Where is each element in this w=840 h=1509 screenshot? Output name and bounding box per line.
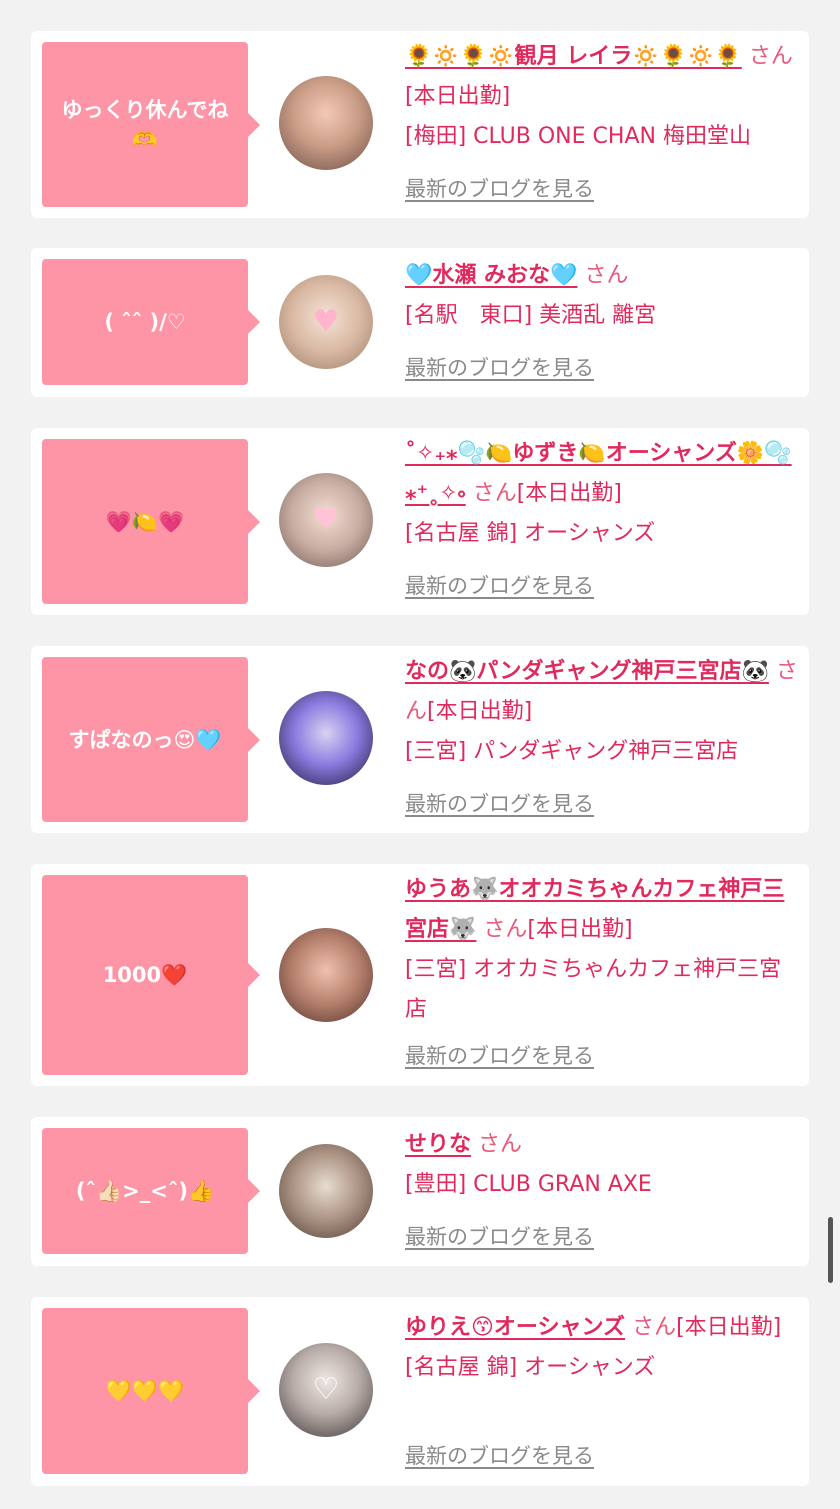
cast-name-link[interactable]: なの🐼パンダギャング神戸三宮店🐼 [405, 659, 769, 684]
shop-text: [三宮] オオカミちゃんカフェ神戸三宮店 [405, 957, 782, 1022]
shop-text: [三宮] パンダギャング神戸三宮店 [405, 739, 739, 764]
shop-text: [豊田] CLUB GRAN AXE [405, 1172, 652, 1197]
card-info: ˚✧₊⁎🫧🍋ゆずき🍋オーシャンズ🌼🫧⁎⁺˳✧༚ さん[本日出勤] [名古屋 錦]… [405, 434, 799, 554]
avatar[interactable] [279, 76, 373, 170]
cast-name-link[interactable]: せりな [405, 1132, 471, 1157]
message-text: 💗🍋💗 [105, 509, 185, 534]
message-card: 💛💛💛 ♡ ゆりえ😙オーシャンズ さん[本日出勤] [名古屋 錦] オーシャンズ… [31, 1297, 809, 1486]
message-card: ( ˆˆ )/♡ ♥ 🩵水瀬 みおな🩵 さん [名駅 東口] 美酒乱 離宮 最新… [31, 248, 809, 397]
status-text: [本日出勤] [516, 481, 622, 506]
status-text: [本日出勤] [527, 917, 633, 942]
honorific-text: さん [632, 1315, 677, 1340]
heart-icon: ♥ [312, 304, 340, 339]
card-info: なの🐼パンダギャング神戸三宮店🐼 さん[本日出勤] [三宮] パンダギャング神戸… [405, 652, 799, 772]
avatar[interactable]: ♡ [279, 1343, 373, 1437]
card-info: 🩵水瀬 みおな🩵 さん [名駅 東口] 美酒乱 離宮 [405, 256, 799, 336]
honorific-text: さん [472, 481, 517, 506]
cast-name-link[interactable]: 🌻🔅🌻🔅観月 レイラ🔅🌻🔅🌻 [405, 44, 742, 69]
status-text: [本日出勤] [405, 84, 511, 109]
latest-blog-link[interactable]: 最新のブログを見る [405, 352, 594, 382]
latest-blog-link[interactable]: 最新のブログを見る [405, 570, 594, 600]
message-text: ( ˆˆ )/♡ [104, 310, 186, 334]
heart-icon: ♥ [312, 502, 340, 537]
avatar[interactable]: ♥ [279, 275, 373, 369]
message-card: 💗🍋💗 ♥ ˚✧₊⁎🫧🍋ゆずき🍋オーシャンズ🌼🫧⁎⁺˳✧༚ さん[本日出勤] [… [31, 428, 809, 615]
cast-name-link[interactable]: ゆりえ😙オーシャンズ [405, 1315, 625, 1340]
honorific-text: さん [584, 263, 629, 288]
latest-blog-link[interactable]: 最新のブログを見る [405, 173, 594, 203]
latest-blog-link[interactable]: 最新のブログを見る [405, 1221, 594, 1251]
message-card: 1000❤️ ゆうあ🐺オオカミちゃんカフェ神戸三宮店🐺 さん[本日出勤] [三宮… [31, 864, 809, 1086]
avatar[interactable] [279, 691, 373, 785]
card-info: ゆうあ🐺オオカミちゃんカフェ神戸三宮店🐺 さん[本日出勤] [三宮] オオカミち… [405, 870, 799, 1030]
honorific-text: さん [483, 917, 528, 942]
message-bubble: ( ˆˆ )/♡ [42, 259, 260, 385]
status-text: [本日出勤] [676, 1315, 782, 1340]
message-bubble: ゆっくり休んでね🫶 [42, 42, 260, 207]
heart-icon: ♡ [312, 1372, 340, 1407]
message-bubble: 💛💛💛 [42, 1308, 260, 1474]
scrollbar-thumb[interactable] [828, 1217, 833, 1283]
message-card: (ˆ👍🏻>_<ˆ)👍 せりな さん [豊田] CLUB GRAN AXE 最新の… [31, 1117, 809, 1266]
message-bubble: 1000❤️ [42, 875, 260, 1075]
latest-blog-link[interactable]: 最新のブログを見る [405, 788, 594, 818]
avatar[interactable] [279, 1144, 373, 1238]
shop-text: [梅田] CLUB ONE CHAN 梅田堂山 [405, 124, 751, 149]
card-info: せりな さん [豊田] CLUB GRAN AXE [405, 1125, 799, 1205]
message-bubble: (ˆ👍🏻>_<ˆ)👍 [42, 1128, 260, 1254]
latest-blog-link[interactable]: 最新のブログを見る [405, 1040, 594, 1070]
cast-name-link[interactable]: 🩵水瀬 みおな🩵 [405, 263, 577, 288]
message-card: ゆっくり休んでね🫶 🌻🔅🌻🔅観月 レイラ🔅🌻🔅🌻 さん [本日出勤] [梅田] C… [31, 31, 809, 218]
message-card: すぱなのっ😍🩵 なの🐼パンダギャング神戸三宮店🐼 さん[本日出勤] [三宮] パ… [31, 646, 809, 833]
shop-text: [名古屋 錦] オーシャンズ [405, 521, 656, 546]
card-info: 🌻🔅🌻🔅観月 レイラ🔅🌻🔅🌻 さん [本日出勤] [梅田] CLUB ONE CH… [405, 37, 799, 157]
avatar[interactable] [279, 928, 373, 1022]
message-bubble: すぱなのっ😍🩵 [42, 657, 260, 822]
message-text: (ˆ👍🏻>_<ˆ)👍 [75, 1179, 215, 1203]
message-text: すぱなのっ😍🩵 [68, 727, 222, 752]
card-info: ゆりえ😙オーシャンズ さん[本日出勤] [名古屋 錦] オーシャンズ [405, 1308, 799, 1388]
message-text: 1000❤️ [102, 963, 188, 987]
message-text: 💛💛💛 [105, 1379, 185, 1403]
honorific-text: さん [478, 1132, 523, 1157]
avatar[interactable]: ♥ [279, 473, 373, 567]
message-bubble: 💗🍋💗 [42, 439, 260, 604]
latest-blog-link[interactable]: 最新のブログを見る [405, 1440, 594, 1470]
honorific-text: さん [748, 44, 793, 69]
status-text: [本日出勤] [427, 699, 533, 724]
message-text: ゆっくり休んでね🫶 [61, 97, 229, 152]
shop-text: [名古屋 錦] オーシャンズ [405, 1355, 656, 1380]
shop-text: [名駅 東口] 美酒乱 離宮 [405, 303, 657, 328]
